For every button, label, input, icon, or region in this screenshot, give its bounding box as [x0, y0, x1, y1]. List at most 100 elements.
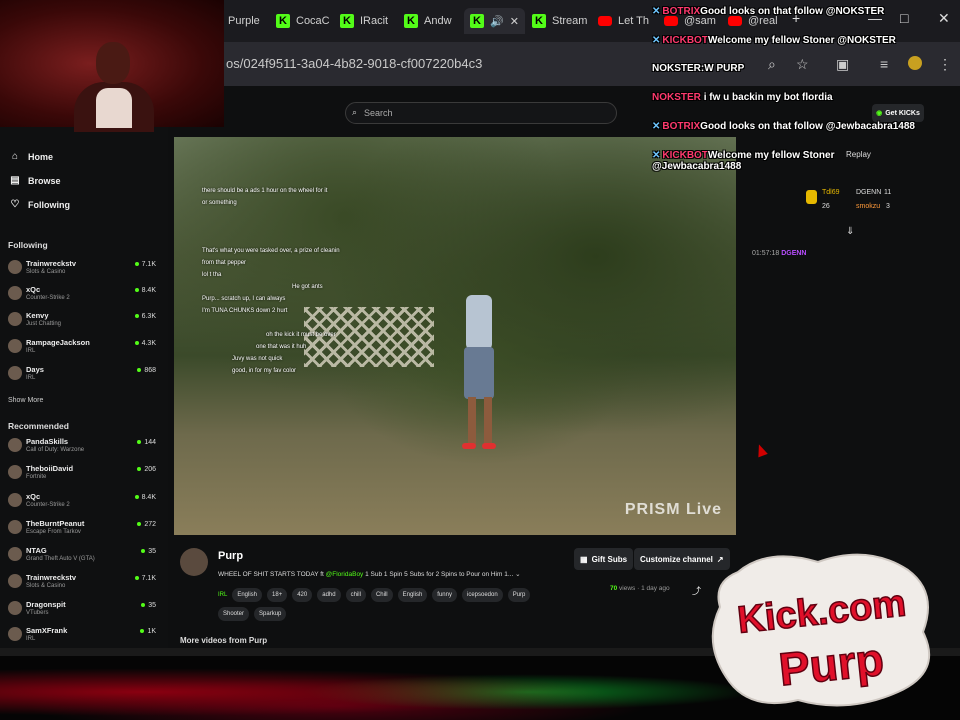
chevron-down-icon[interactable]: ⌄	[515, 571, 520, 578]
browse-icon: ▤	[10, 175, 20, 186]
channel-item[interactable]: TheBurntPeanut Escape From Tarkov 272	[8, 518, 160, 538]
search-icon[interactable]: ⌕	[768, 56, 776, 73]
profile-avatar[interactable]	[908, 56, 922, 70]
kick-icon: K	[276, 14, 290, 28]
tag[interactable]: English	[232, 588, 263, 602]
youtube-icon	[664, 16, 678, 26]
avatar	[8, 627, 22, 641]
recommended-heading: Recommended	[8, 421, 69, 431]
tag[interactable]: Chill	[370, 588, 393, 602]
sidepanel-icon[interactable]: ▣	[836, 56, 849, 73]
browser-tab[interactable]: K IRacit	[340, 8, 388, 34]
share-icon[interactable]: ⤴	[692, 584, 701, 597]
view-count: 70 views · 1 day ago	[610, 585, 670, 592]
get-kicks-button[interactable]: ◉ Get KICKs	[872, 104, 924, 122]
tag[interactable]: 18+	[267, 588, 288, 602]
channel-name[interactable]: Purp	[218, 550, 243, 562]
heart-icon: ♡	[10, 199, 20, 210]
avatar	[8, 574, 22, 588]
close-tab-icon[interactable]: ✕	[510, 15, 519, 28]
leaderboard-value: 26	[822, 203, 830, 210]
show-more-link[interactable]: Show More	[8, 397, 43, 404]
channel-item[interactable]: Days IRL 868	[8, 364, 160, 384]
close-window-button[interactable]: ✕	[938, 10, 950, 27]
avatar	[8, 438, 22, 452]
nav-following[interactable]: ♡ Following	[10, 199, 70, 210]
avatar	[8, 601, 22, 615]
browser-tab[interactable]: K Stream	[532, 8, 587, 34]
chat-message: 01:57:18 DGENN	[752, 250, 807, 257]
overlay-chat-line	[202, 221, 382, 233]
channel-item[interactable]: xQc Counter-Strike 2 8.4K	[8, 491, 160, 511]
extensions-icon[interactable]: ≡	[880, 56, 888, 72]
overlay-chat-line	[202, 209, 382, 221]
video-player[interactable]: there should be a ads 1 hour on the whee…	[174, 137, 736, 535]
avatar	[8, 547, 22, 561]
overlay-chat-line: Juvy was not quick	[232, 356, 283, 362]
channel-item[interactable]: PandaSkills Call of Duty: Warzone 144	[8, 436, 160, 456]
overlay-chat-line	[202, 233, 382, 245]
tag[interactable]: 420	[292, 588, 313, 602]
pin-icon[interactable]: ⇓	[846, 226, 854, 237]
overlay-chat-line: lol t tha	[202, 272, 222, 278]
channel-item[interactable]: SamXFrank IRL 1K	[8, 625, 160, 645]
channel-item[interactable]: Trainwreckstv Slots & Casino 7.1K	[8, 572, 160, 592]
channel-info: Purp WHEEL OF SHIT STARTS TODAY ft @Flor…	[180, 544, 740, 645]
channel-item[interactable]: RampageJackson IRL 4.3K	[8, 337, 160, 357]
avatar	[8, 339, 22, 353]
tag[interactable]: funny	[432, 588, 457, 602]
menu-icon[interactable]: ⋮	[938, 56, 952, 73]
leaderboard-top	[806, 190, 820, 204]
nav-home[interactable]: ⌂ Home	[10, 151, 53, 162]
kick-icon: K	[340, 14, 354, 28]
category-link[interactable]: IRL	[218, 588, 227, 602]
search-input[interactable]: ⌕ Search	[345, 102, 617, 124]
overlay-line: ✕ BOTRIXGood looks on that follow @Jewbac…	[652, 121, 915, 132]
overlay-chat-line: That's what you were tasked over, a priz…	[202, 248, 340, 254]
overlay-chat-line: or something	[202, 200, 237, 206]
channel-item[interactable]: Kenvy Just Chatting 6.3K	[8, 310, 160, 330]
channel-item[interactable]: xQc Counter-Strike 2 8.4K	[8, 284, 160, 304]
sidebar: ⌂ Home ▤ Browse ♡ Following Following Train…	[0, 86, 168, 650]
youtube-icon	[728, 16, 742, 26]
overlay-chat-line: oh the kick it must be over	[266, 332, 336, 338]
avatar	[8, 366, 22, 380]
channel-avatar[interactable]	[180, 548, 208, 576]
browser-tab-active[interactable]: K 🔊 ✕	[464, 8, 525, 34]
channel-item[interactable]: Dragonspit VTubers 35	[8, 599, 160, 619]
speaker-icon: 🔊	[490, 15, 504, 28]
nav-browse[interactable]: ▤ Browse	[10, 175, 60, 186]
tag[interactable]: chill	[345, 588, 366, 602]
leaderboard-name: Tdl69	[822, 189, 840, 196]
overlay-chat-line: good, in for my fav color	[232, 368, 297, 374]
video-chat-overlay: there should be a ads 1 hour on the whee…	[202, 185, 382, 377]
title-mention[interactable]: @FloridaBoy	[326, 571, 364, 578]
gift-subs-button[interactable]: ▦ Gift Subs	[574, 548, 634, 570]
following-heading: Following	[8, 240, 48, 250]
channel-item[interactable]: NTAG Grand Theft Auto V (GTA) 35	[8, 545, 160, 565]
overlay-chat-line: I'm TUNA CHUNKS down 2 hurt	[202, 308, 288, 314]
tag[interactable]: Shooter	[218, 607, 250, 621]
avatar	[8, 520, 22, 534]
browser-tab[interactable]: K CocaC	[276, 8, 330, 34]
tag[interactable]: English	[397, 588, 428, 602]
tag[interactable]: Purp	[507, 588, 531, 602]
search-icon: ⌕	[352, 107, 358, 117]
url-text[interactable]: os/024f9511-3a04-4b82-9018-cf007220b4c3	[226, 56, 482, 71]
overlay-chat-line: there should be a ads 1 hour on the whee…	[202, 188, 328, 194]
tag[interactable]: Sparkup	[254, 607, 287, 621]
browser-tab[interactable]: Let Th	[598, 8, 649, 34]
tag[interactable]: icepsoedon	[461, 588, 503, 602]
channel-item[interactable]: Trainwreckstv Slots & Casino 7.1K	[8, 258, 160, 278]
channel-item[interactable]: TheboiiDavid Fortnite 206	[8, 463, 160, 483]
tag-list: IRL English 18+ 420 adhd chill Chill Eng…	[218, 588, 548, 621]
browser-tab[interactable]: K Andw	[404, 8, 452, 34]
overlay-chat-line: He got ants	[292, 284, 323, 290]
more-videos-heading: More videos from Purp	[180, 636, 268, 645]
browser-tab[interactable]: Purple	[228, 8, 260, 34]
bookmark-star-icon[interactable]: ☆	[796, 56, 809, 73]
kick-icon: K	[470, 14, 484, 28]
tag[interactable]: adhd	[317, 588, 341, 602]
maximize-button[interactable]: □	[900, 10, 908, 26]
webcam-feed	[0, 0, 224, 132]
